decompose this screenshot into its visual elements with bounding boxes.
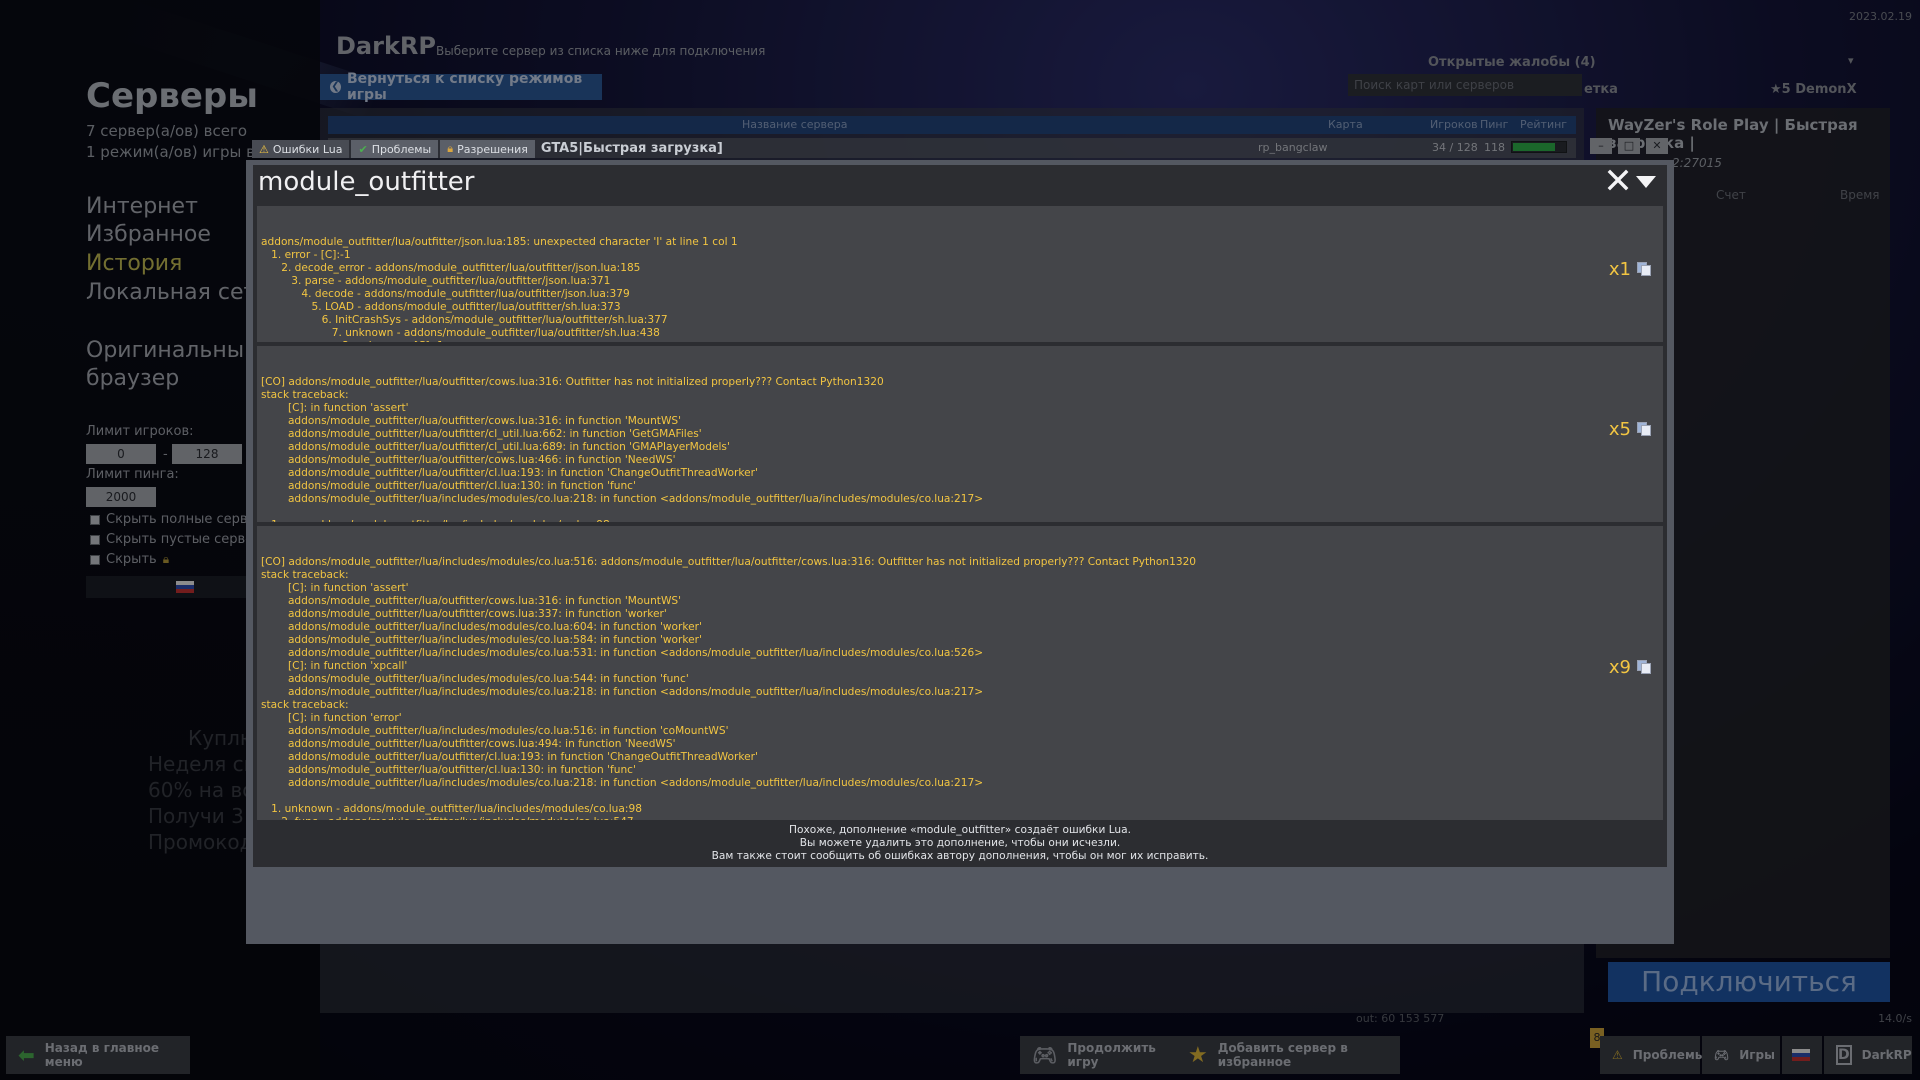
notice-line: Вам также стоит сообщить об ошибках авто…	[711, 850, 1209, 862]
error-trace: [CO] addons/module_outfitter/lua/include…	[261, 556, 1197, 820]
lua-error-entry[interactable]: addons/module_outfitter/lua/outfitter/js…	[257, 206, 1663, 342]
error-count: x1	[1608, 258, 1651, 280]
problems-tabs: ⚠︎ Ошибки Lua ✔ Проблемы 🔒︎ Разрешения G…	[252, 140, 723, 158]
addon-error-notice: Похоже, дополнение «module_outfitter» со…	[253, 822, 1667, 866]
error-count-value: x1	[1608, 258, 1631, 280]
close-icon[interactable]	[1606, 168, 1630, 192]
notice-line: Вы можете удалить это дополнение, чтобы …	[799, 837, 1121, 849]
checkmark-icon: ✔	[358, 142, 368, 156]
error-count-value: x9	[1608, 656, 1631, 678]
addon-title: module_outfitter	[258, 167, 475, 197]
error-count: x5	[1608, 418, 1651, 440]
chevron-down-icon[interactable]	[1636, 176, 1656, 188]
tab-permissions[interactable]: 🔒︎ Разрешения	[440, 140, 535, 158]
server-name-label: GTA5|Быстрая загрузка]	[540, 141, 723, 156]
lua-error-entry[interactable]: [CO] addons/module_outfitter/lua/include…	[257, 526, 1663, 820]
notice-line: Похоже, дополнение «module_outfitter» со…	[789, 824, 1131, 836]
error-count-value: x5	[1608, 418, 1631, 440]
error-trace: addons/module_outfitter/lua/outfitter/js…	[261, 236, 738, 342]
tab-permissions-label: Разрешения	[457, 142, 528, 156]
copy-icon[interactable]	[1637, 262, 1651, 276]
lua-error-entry[interactable]: [CO] addons/module_outfitter/lua/outfitt…	[257, 346, 1663, 522]
tab-problems-label: Проблемы	[371, 142, 432, 156]
copy-icon[interactable]	[1637, 422, 1651, 436]
tab-problems[interactable]: ✔ Проблемы	[351, 140, 439, 158]
lock-icon: 🔒︎	[447, 142, 454, 155]
error-count: x9	[1608, 656, 1651, 678]
warning-icon: ⚠︎	[259, 142, 269, 156]
tab-lua-errors-label: Ошибки Lua	[272, 142, 343, 156]
error-trace: [CO] addons/module_outfitter/lua/outfitt…	[261, 376, 984, 522]
copy-icon[interactable]	[1637, 660, 1651, 674]
tab-lua-errors[interactable]: ⚠︎ Ошибки Lua	[252, 140, 350, 158]
